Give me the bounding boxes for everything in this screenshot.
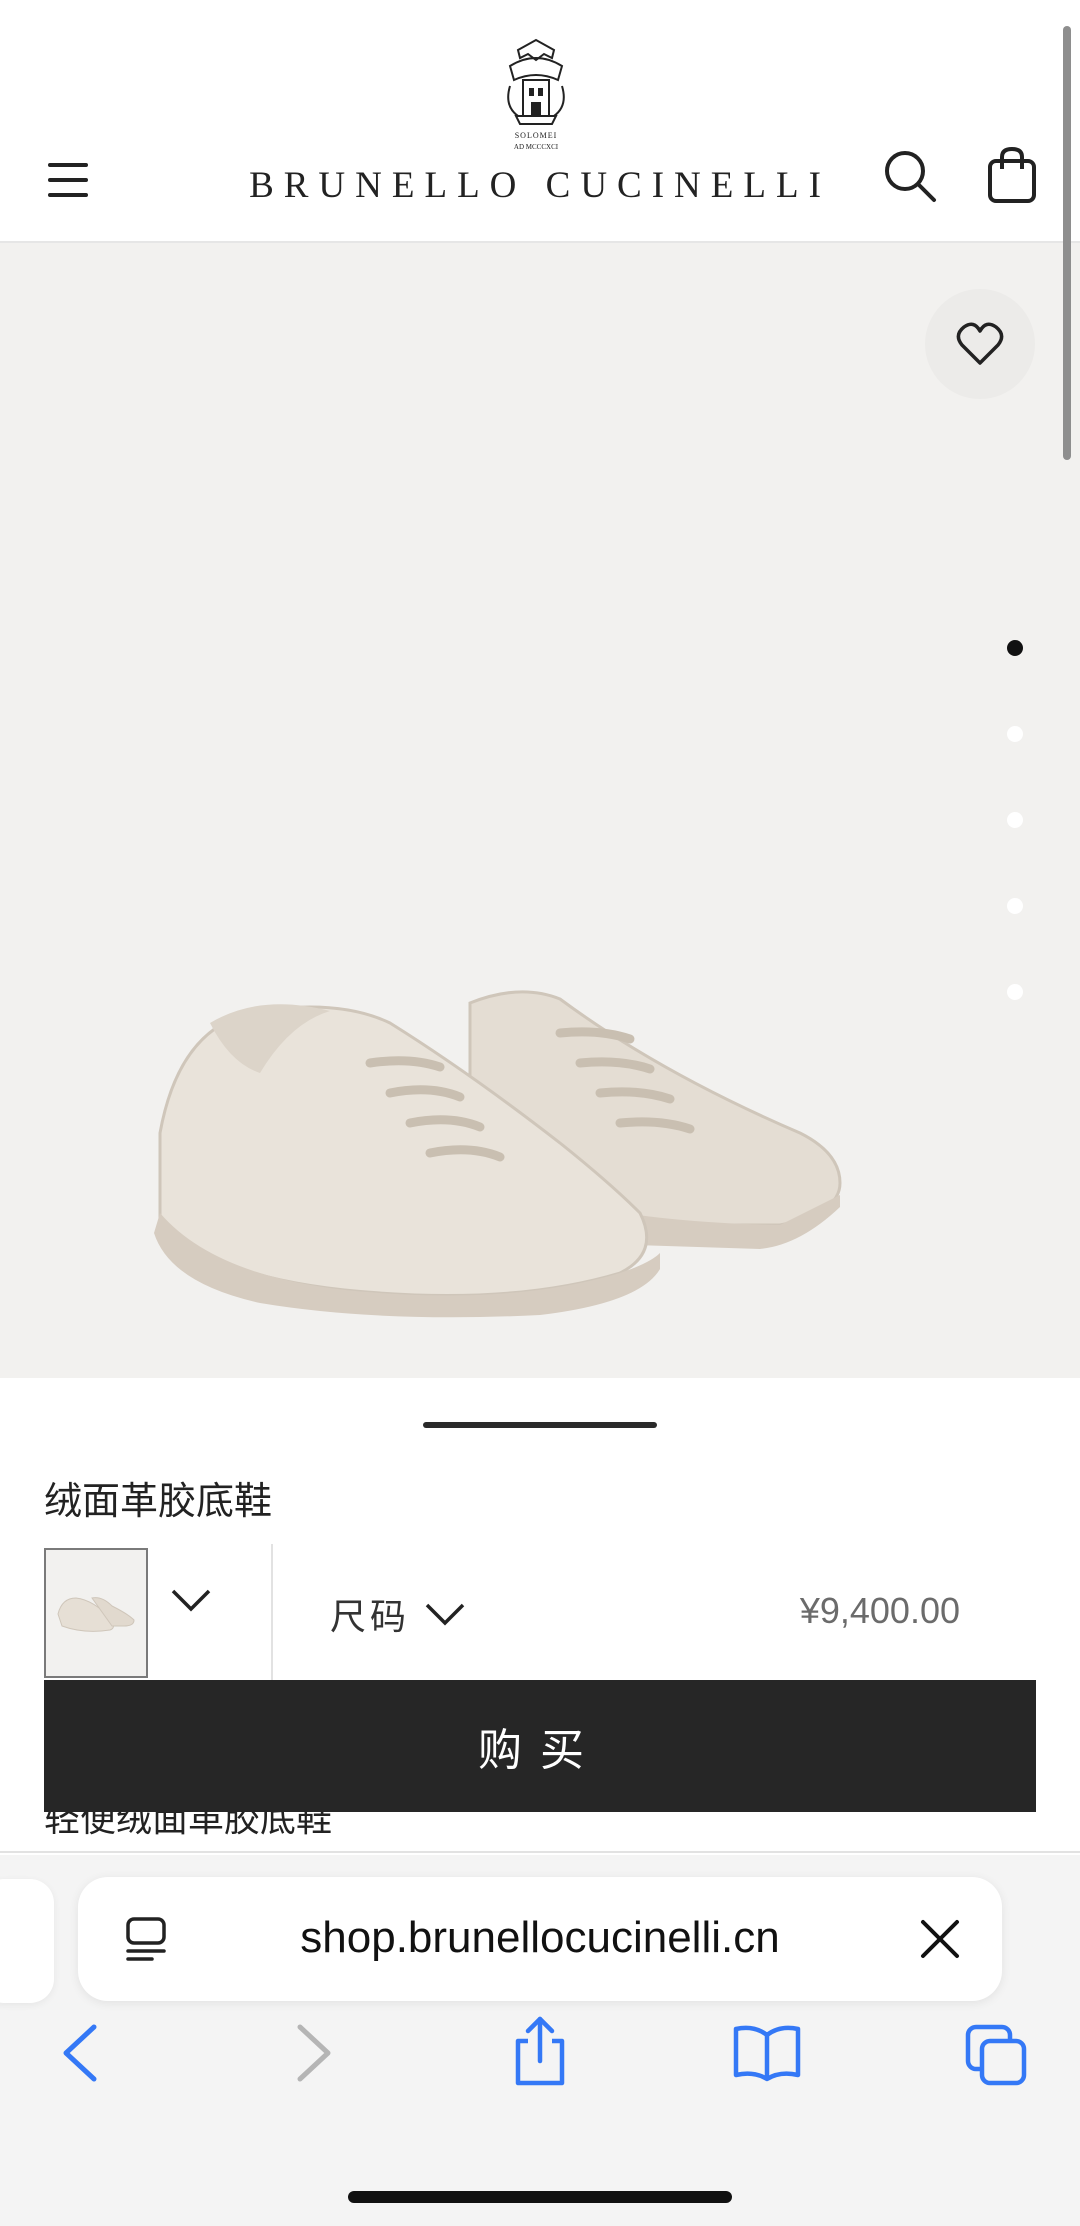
home-indicator[interactable] — [348, 2191, 732, 2203]
product-title: 绒面革胶底鞋 — [44, 1481, 273, 1523]
back-icon[interactable] — [58, 2023, 102, 2083]
share-icon[interactable] — [510, 2015, 570, 2087]
description-text: 轻便绒面革胶底鞋 — [44, 1812, 333, 1836]
size-label: 尺码 — [330, 1596, 411, 1637]
logo-subtitle: SOLOMEI — [515, 131, 558, 140]
chevron-down-icon[interactable] — [170, 1588, 212, 1612]
previous-tab-peek[interactable] — [0, 1879, 54, 2003]
buy-button[interactable]: 购买 — [44, 1680, 1036, 1812]
gallery-dot[interactable] — [1007, 984, 1023, 1000]
chevron-down-icon — [425, 1603, 465, 1626]
gallery-dot[interactable] — [1007, 898, 1023, 914]
gallery-dot[interactable] — [1007, 726, 1023, 742]
search-icon[interactable] — [882, 148, 938, 204]
url-text[interactable]: shop.brunellocucinelli.cn — [78, 1913, 1002, 1963]
shopping-bag-icon[interactable] — [984, 145, 1040, 205]
address-bar[interactable]: shop.brunellocucinelli.cn — [78, 1877, 1002, 2001]
gallery-dot[interactable] — [1007, 812, 1023, 828]
product-photo — [154, 990, 842, 1318]
heart-icon — [956, 322, 1004, 365]
color-swatch-thumbnail[interactable] — [44, 1548, 148, 1678]
product-price: ¥9,400.00 — [799, 1590, 960, 1631]
size-selector[interactable]: 尺码 — [330, 1588, 466, 1640]
product-description-peek: 轻便绒面革胶底鞋 — [44, 1812, 744, 1836]
logo-date: AD MCCCXCI — [514, 143, 559, 151]
divider — [0, 1851, 1080, 1853]
product-image-gallery[interactable] — [0, 243, 1080, 1378]
bookmarks-icon[interactable] — [732, 2023, 802, 2083]
tabs-icon[interactable] — [964, 2023, 1028, 2087]
product-bottom-sheet[interactable]: 绒面革胶底鞋 尺码 ¥9,400.00 购买 轻便绒面革胶底鞋 — [0, 1378, 1080, 1853]
sheet-grabber[interactable] — [423, 1422, 657, 1428]
browser-toolbar — [0, 2016, 1080, 2103]
brand-crest-icon: SOLOMEI AD MCCCXCI — [507, 38, 565, 151]
scrollbar[interactable] — [1063, 26, 1071, 460]
close-icon[interactable] — [918, 1917, 962, 1961]
gallery-dot[interactable] — [1007, 640, 1023, 656]
forward-icon[interactable] — [292, 2023, 336, 2083]
browser-bottom-bar: shop.brunellocucinelli.cn — [0, 1855, 1080, 2226]
gallery-pagination — [1007, 640, 1025, 1070]
wishlist-button[interactable] — [925, 289, 1035, 399]
site-header: SOLOMEI AD MCCCXCI BRUNELLO CUCINELLI — [0, 0, 1080, 243]
divider — [271, 1544, 273, 1680]
